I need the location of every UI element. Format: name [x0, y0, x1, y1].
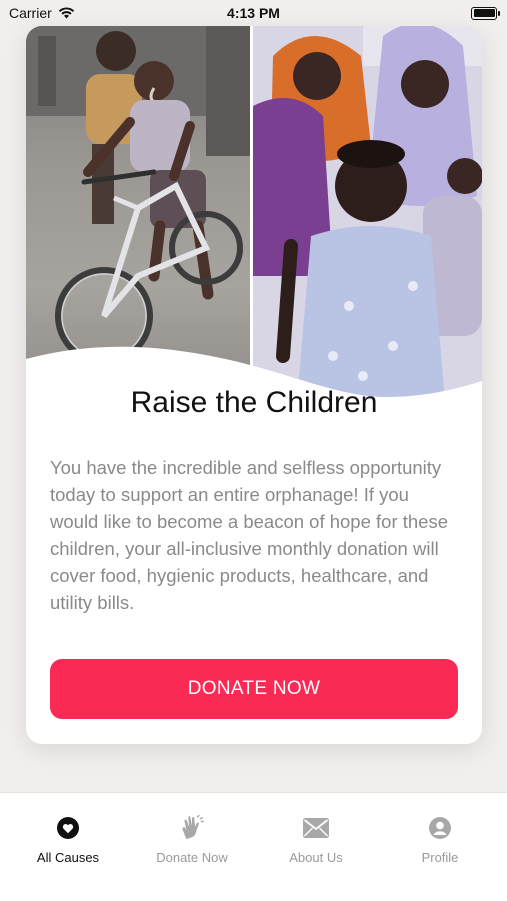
tab-label-donate-now: Donate Now — [156, 850, 228, 865]
cause-description: You have the incredible and selfless opp… — [50, 457, 449, 613]
tab-label-all-causes: All Causes — [36, 850, 100, 865]
donate-now-button[interactable]: DONATE NOW — [50, 659, 458, 719]
status-left: Carrier — [0, 5, 75, 21]
cause-card[interactable]: Raise the Children You have the incredib… — [26, 26, 482, 744]
battery-icon — [471, 6, 500, 20]
status-right — [471, 6, 507, 20]
tab-about-us[interactable]: About Us — [261, 793, 371, 873]
tab-label-about-us: About Us — [289, 850, 343, 865]
status-bar: Carrier 4:13 PM — [0, 0, 507, 26]
status-time: 4:13 PM — [227, 5, 280, 21]
tab-label-profile: Profile — [421, 850, 459, 865]
heart-icon — [55, 815, 81, 841]
tab-bar: All Causes Donate Now About Us Profile — [0, 792, 507, 901]
clapping-hands-icon — [179, 814, 205, 841]
wifi-icon — [58, 7, 74, 19]
cause-title: Raise the Children — [130, 386, 378, 419]
tab-all-causes[interactable]: All Causes — [13, 793, 123, 873]
tab-donate-now[interactable]: Donate Now — [137, 793, 247, 873]
hero-image — [26, 26, 482, 431]
person-circle-icon — [427, 815, 453, 841]
tab-profile[interactable]: Profile — [385, 793, 495, 873]
envelope-icon — [303, 815, 329, 841]
carrier-label: Carrier — [9, 5, 52, 21]
